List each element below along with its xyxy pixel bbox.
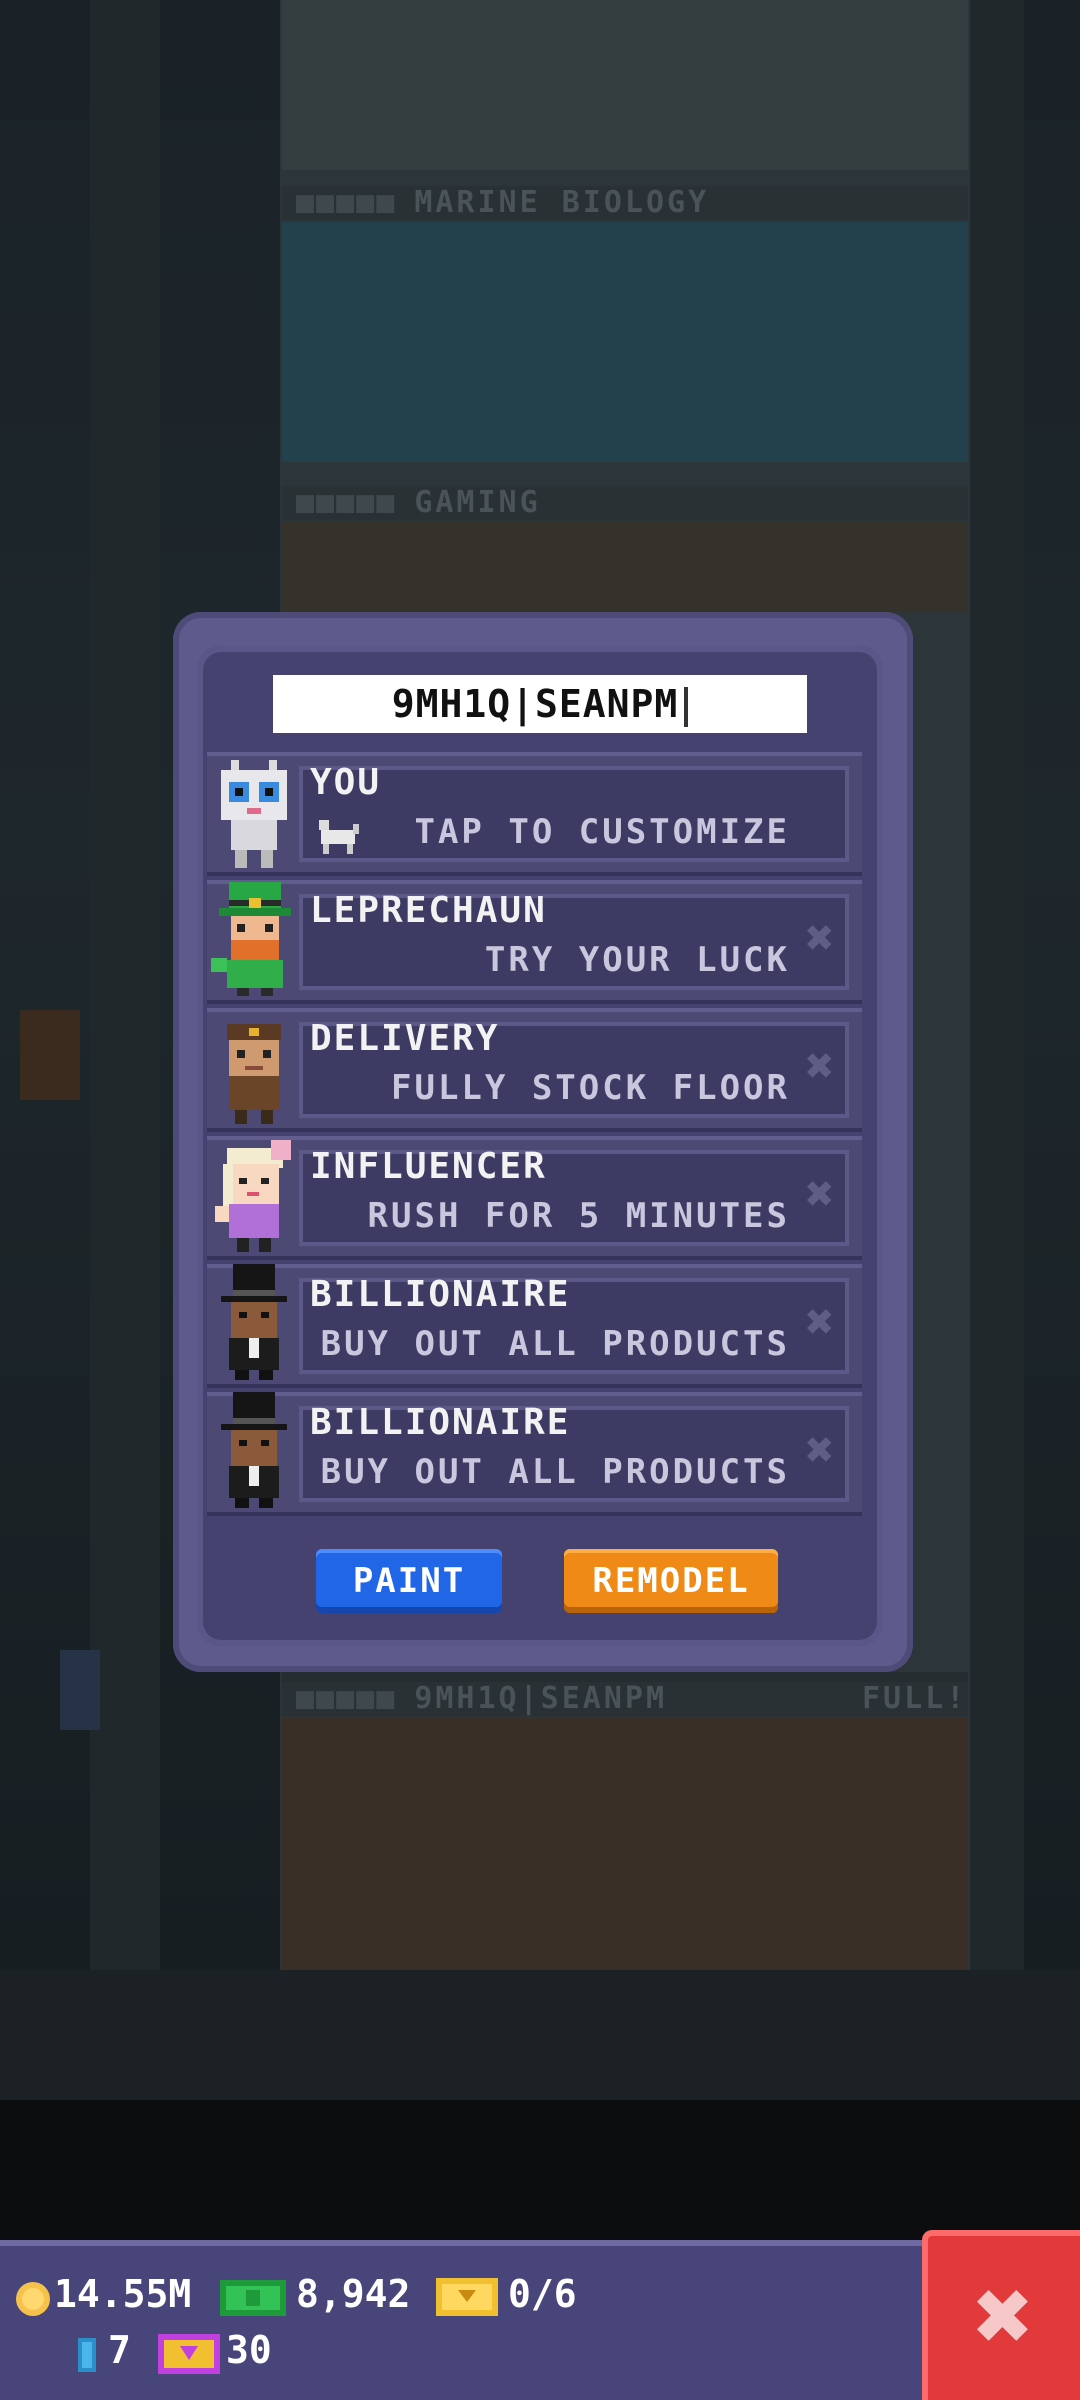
golden-ticket-count: 30: [226, 2328, 272, 2372]
floor-marine-biology[interactable]: [282, 222, 968, 462]
list-item-you[interactable]: YOU TAP TO CUSTOMIZE: [207, 752, 862, 876]
delivery-avatar-icon: [227, 1024, 281, 1124]
list-item-leprechaun[interactable]: LEPRECHAUN TRY YOUR LUCK ✖: [207, 880, 862, 1004]
list-item-billionaire[interactable]: BILLIONAIRE BUY OUT ALL PRODUCTS ✖: [207, 1264, 862, 1388]
close-button[interactable]: ✖: [922, 2230, 1080, 2400]
ticket-icon: [436, 2278, 498, 2316]
floor-gaming[interactable]: [282, 522, 968, 612]
bux-count: 8,942: [296, 2272, 411, 2316]
row-title: YOU: [310, 762, 382, 803]
row-subtitle: TRY YOUR LUCK: [484, 940, 790, 980]
remove-icon[interactable]: ✖: [800, 1042, 840, 1090]
remodel-button[interactable]: REMODEL: [564, 1549, 778, 1613]
bux-icon: [220, 2280, 286, 2316]
floor-label-marine-biology: ■■■■■ MARINE BIOLOGY: [282, 186, 968, 220]
list-item-billionaire[interactable]: BILLIONAIRE BUY OUT ALL PRODUCTS ✖: [207, 1392, 862, 1516]
coin-icon: [16, 2282, 50, 2316]
key-count: 7: [108, 2328, 131, 2372]
floor-current[interactable]: [282, 1718, 968, 1970]
robot-avatar-icon: [221, 760, 287, 868]
row-title: BILLIONAIRE: [310, 1402, 571, 1443]
close-icon: ✖: [973, 2257, 1035, 2374]
pet-dog-icon: [319, 820, 359, 854]
leprechaun-avatar-icon: [211, 882, 291, 996]
coin-count: 14.55M: [54, 2272, 192, 2316]
currency-bar: 14.55M 8,942 0/6 7 30: [0, 2240, 930, 2400]
remove-icon[interactable]: ✖: [800, 1170, 840, 1218]
row-title: BILLIONAIRE: [310, 1274, 571, 1315]
remove-icon[interactable]: ✖: [800, 914, 840, 962]
text-caret: [684, 686, 689, 727]
paint-button[interactable]: PAINT: [316, 1549, 502, 1613]
row-title: DELIVERY: [310, 1018, 500, 1059]
row-subtitle: FULLY STOCK FLOOR: [391, 1068, 790, 1108]
billionaire-avatar-icon: [221, 1392, 287, 1508]
row-title: LEPRECHAUN: [310, 890, 547, 931]
bitizen-list: YOU TAP TO CUSTOMIZE LEPRECHAUN TRY YOUR…: [207, 752, 862, 1520]
floor-label-gaming: ■■■■■ GAMING: [282, 486, 968, 520]
row-title: INFLUENCER: [310, 1146, 547, 1187]
floor-label-current: ■■■■■ 9MH1Q|SEANPM FULL!: [282, 1682, 968, 1716]
row-subtitle: TAP TO CUSTOMIZE: [414, 812, 790, 852]
remove-icon[interactable]: ✖: [800, 1298, 840, 1346]
row-subtitle: RUSH FOR 5 MINUTES: [367, 1196, 790, 1236]
row-subtitle: BUY OUT ALL PRODUCTS: [320, 1324, 790, 1364]
floor-name-input[interactable]: 9MH1Q|SEANPM: [273, 675, 807, 733]
list-item-influencer[interactable]: INFLUENCER RUSH FOR 5 MINUTES ✖: [207, 1136, 862, 1260]
influencer-avatar-icon: [215, 1140, 291, 1252]
list-item-delivery[interactable]: DELIVERY FULLY STOCK FLOOR ✖: [207, 1008, 862, 1132]
remove-icon[interactable]: ✖: [800, 1426, 840, 1474]
key-icon: [78, 2338, 96, 2372]
ticket-count: 0/6: [508, 2272, 577, 2316]
billionaire-avatar-icon: [221, 1264, 287, 1380]
golden-ticket-icon: [158, 2334, 220, 2374]
row-subtitle: BUY OUT ALL PRODUCTS: [320, 1452, 790, 1492]
